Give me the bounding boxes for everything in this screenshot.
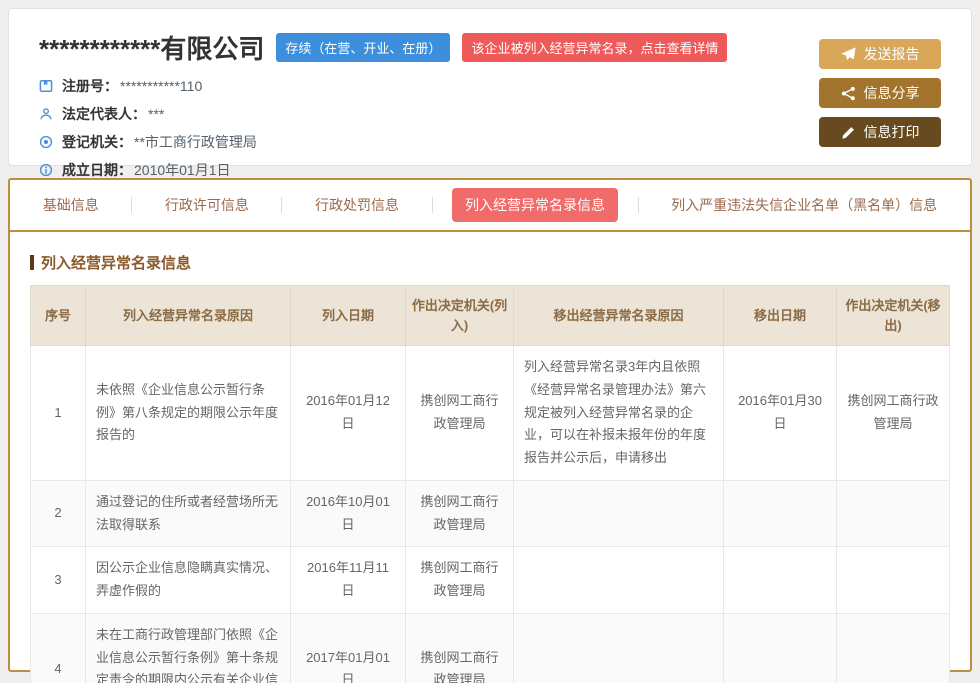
table-cell: [514, 480, 724, 547]
company-info-item-0: 注册号：***********110: [39, 76, 941, 96]
table-cell: 携创网工商行政管理局: [406, 547, 514, 614]
table-cell: 2016年11月11日: [291, 547, 406, 614]
table-cell: 4: [31, 613, 86, 683]
table-cell: 列入经营异常名录3年内且依照《经营异常名录管理办法》第六规定被列入经营异常名录的…: [514, 346, 724, 481]
info-label: 法定代表人：: [62, 104, 146, 124]
action-button-label: 发送报告: [864, 44, 920, 64]
info-value: **市工商行政管理局: [134, 132, 257, 152]
tab-divider: [638, 197, 639, 213]
table-cell: 1: [31, 346, 86, 481]
company-name: ************有限公司: [39, 29, 264, 66]
tab-divider: [281, 197, 282, 213]
location-icon: [39, 135, 55, 149]
page: { "header": { "company_name": "*********…: [0, 8, 980, 683]
info-value: ***: [148, 106, 164, 122]
table-cell: 未依照《企业信息公示暂行条例》第八条规定的期限公示年度报告的: [86, 346, 291, 481]
table-row: 2通过登记的住所或者经营场所无法取得联系2016年10月01日携创网工商行政管理…: [31, 480, 950, 547]
company-header-card: ************有限公司 存续（在营、开业、在册） 该企业被列入经营异常…: [8, 8, 972, 166]
tab-divider: [432, 197, 433, 213]
column-header: 作出决定机关(移出): [837, 286, 950, 346]
table-cell: 携创网工商行政管理局: [406, 480, 514, 547]
certificate-icon: [39, 79, 55, 93]
tab-bar: 基础信息 行政许可信息 行政处罚信息 列入经营异常名录信息 列入严重违法失信企业名单（黑…: [10, 180, 970, 232]
table-header: 序号列入经营异常名录原因列入日期作出决定机关(列入)移出经营异常名录原因移出日期…: [31, 286, 950, 346]
info-value: 2010年01月1日: [134, 160, 231, 180]
abnormal-warning-badge[interactable]: 该企业被列入经营异常名录，点击查看详情: [462, 33, 727, 62]
table-cell: 2017年01月01日: [291, 613, 406, 683]
action-button-label: 信息分享: [864, 83, 920, 103]
company-info-list: 注册号：***********110 法定代表人：*** 登记机关：**市工商行政管…: [39, 76, 941, 180]
table-cell: 2016年01月12日: [291, 346, 406, 481]
action-buttons: 发送报告信息分享信息打印: [819, 39, 941, 156]
table-cell: [837, 480, 950, 547]
main-panel: 基础信息行政许可信息行政处罚信息列入经营异常名录信息列入严重违法失信企业名单（黑…: [8, 178, 972, 672]
table-row: 4未在工商行政管理部门依照《企业信息公示暂行条例》第十条规定责令的期限内公示有关…: [31, 613, 950, 683]
info-label: 成立日期：: [62, 160, 132, 180]
table-cell: 携创网工商行政管理局: [406, 346, 514, 481]
status-badge: 存续（在营、开业、在册）: [276, 33, 450, 62]
column-header: 移出经营异常名录原因: [514, 286, 724, 346]
table-body: 1未依照《企业信息公示暂行条例》第八条规定的期限公示年度报告的2016年01月1…: [31, 346, 950, 683]
info-value: ***********110: [120, 78, 202, 94]
tab-basic-info[interactable]: 基础信息: [30, 188, 112, 222]
person-icon: [39, 107, 55, 121]
table-cell: [514, 613, 724, 683]
table-cell: [837, 613, 950, 683]
column-header: 序号: [31, 286, 86, 346]
table-cell: 未在工商行政管理部门依照《企业信息公示暂行条例》第十条规定责令的期限内公示有关企…: [86, 613, 291, 683]
share-icon: [841, 86, 856, 101]
pencil-icon: [841, 125, 856, 140]
section-title-text: 列入经营异常名录信息: [41, 252, 191, 273]
table-cell: 携创网工商行政管理局: [837, 346, 950, 481]
company-title-row: ************有限公司 存续（在营、开业、在册） 该企业被列入经营异常…: [39, 29, 941, 66]
info-icon: [39, 163, 55, 177]
table-row: 1未依照《企业信息公示暂行条例》第八条规定的期限公示年度报告的2016年01月1…: [31, 346, 950, 481]
paper-plane-icon: [841, 47, 856, 62]
company-info-item-2: 登记机关：**市工商行政管理局: [39, 132, 941, 152]
table-cell: 2: [31, 480, 86, 547]
table-row: 3因公示企业信息隐瞒真实情况、弄虚作假的2016年11月11日携创网工商行政管理…: [31, 547, 950, 614]
tab-divider: [131, 197, 132, 213]
company-info-item-3: 成立日期：2010年01月1日: [39, 160, 941, 180]
abnormal-records-table: 序号列入经营异常名录原因列入日期作出决定机关(列入)移出经营异常名录原因移出日期…: [30, 285, 950, 683]
table-cell: 3: [31, 547, 86, 614]
table-cell: 因公示企业信息隐瞒真实情况、弄虚作假的: [86, 547, 291, 614]
info-label: 登记机关：: [62, 132, 132, 152]
table-cell: 2016年10月01日: [291, 480, 406, 547]
table-cell: [724, 613, 837, 683]
column-header: 作出决定机关(列入): [406, 286, 514, 346]
share-info-button[interactable]: 信息分享: [819, 78, 941, 108]
section-title-marker: [30, 255, 34, 270]
abnormal-section: 列入经营异常名录信息 序号列入经营异常名录原因列入日期作出决定机关(列入)移出经…: [10, 232, 970, 683]
print-info-button[interactable]: 信息打印: [819, 117, 941, 147]
table-cell: [514, 547, 724, 614]
column-header: 列入经营异常名录原因: [86, 286, 291, 346]
table-cell: 携创网工商行政管理局: [406, 613, 514, 683]
tab-abnormal-list[interactable]: 列入经营异常名录信息: [452, 188, 618, 222]
table-cell: [837, 547, 950, 614]
table-cell: [724, 547, 837, 614]
table-cell: 2016年01月30日: [724, 346, 837, 481]
info-label: 注册号：: [62, 76, 118, 96]
action-button-label: 信息打印: [864, 122, 920, 142]
section-title: 列入经营异常名录信息: [30, 252, 950, 273]
tab-blacklist[interactable]: 列入严重违法失信企业名单（黑名单）信息: [658, 188, 950, 222]
column-header: 移出日期: [724, 286, 837, 346]
column-header: 列入日期: [291, 286, 406, 346]
table-cell: [724, 480, 837, 547]
table-cell: 通过登记的住所或者经营场所无法取得联系: [86, 480, 291, 547]
table-header-row: 序号列入经营异常名录原因列入日期作出决定机关(列入)移出经营异常名录原因移出日期…: [31, 286, 950, 346]
company-info-item-1: 法定代表人：***: [39, 104, 941, 124]
tab-admin-license[interactable]: 行政许可信息: [152, 188, 262, 222]
tab-admin-penalty[interactable]: 行政处罚信息: [302, 188, 412, 222]
send-report-button[interactable]: 发送报告: [819, 39, 941, 69]
